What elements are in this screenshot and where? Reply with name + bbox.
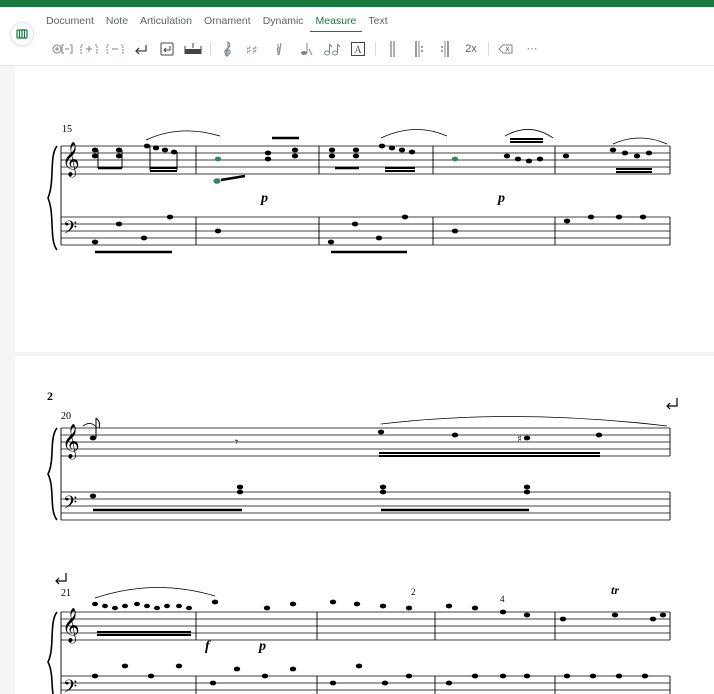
add-measure-icon[interactable] [78, 40, 100, 58]
menu-text[interactable]: Text [362, 14, 393, 32]
remove-measure-icon[interactable] [104, 40, 126, 58]
tempo-icon[interactable] [295, 40, 317, 58]
double-barline-icon[interactable] [382, 40, 404, 58]
fingering: 4 [500, 594, 505, 604]
dynamic-marking: p [260, 191, 268, 206]
page-number: 2 [47, 389, 53, 403]
clef-icon[interactable] [217, 40, 239, 58]
treble-clef-icon: 𝄞 [62, 608, 80, 644]
menu-document[interactable]: Document [40, 14, 100, 32]
key-signature-icon[interactable]: ♯♯ [243, 40, 265, 58]
trill-ornament: tr [611, 583, 619, 597]
bass-clef-icon: 𝄢 [63, 218, 77, 243]
repeat-end-icon[interactable] [434, 40, 456, 58]
measure-number: 21 [61, 588, 71, 599]
menu-dynamic[interactable]: Dynamic [257, 14, 310, 32]
menu-note[interactable]: Note [100, 14, 134, 32]
treble-clef-icon: 𝄞 [62, 142, 80, 178]
fingering: 2 [411, 587, 416, 597]
bass-clef-icon: 𝄢 [63, 677, 77, 694]
treble-notes [92, 599, 667, 636]
score-system-2: 2 20 𝄞 𝄢 𝄾 ♯ 21 𝄞 𝄢 2 4 tr f p [47, 389, 678, 694]
svg-text:𝄾: 𝄾 [235, 435, 238, 449]
dynamic-marking: p [497, 191, 505, 206]
bass-notes [91, 214, 647, 254]
line-break-marker-icon[interactable] [55, 573, 67, 585]
treble-notes [91, 136, 653, 184]
menu-ornament[interactable]: Ornament [198, 14, 257, 32]
pickup-icon[interactable] [321, 40, 343, 58]
page-break-icon[interactable] [156, 40, 178, 58]
toolbar-separator [375, 42, 376, 56]
repeat-start-icon[interactable] [408, 40, 430, 58]
toolbar: Document Note Articulation Ornament Dyna… [0, 7, 714, 66]
delete-icon[interactable] [495, 40, 517, 58]
tool-row: ♯♯ 𝄴 A 2x ··· [52, 40, 547, 58]
bass-notes [91, 663, 649, 686]
text-box-icon[interactable]: A [347, 40, 369, 58]
treble-clef-icon: 𝄞 [62, 424, 80, 460]
bass-clef-icon: 𝄢 [63, 493, 77, 518]
app-logo-icon[interactable] [11, 23, 33, 45]
score-page-2: 2 20 𝄞 𝄢 𝄾 ♯ 21 𝄞 𝄢 2 4 tr f p [15, 356, 714, 694]
measure-number: 15 [62, 124, 72, 135]
dynamic-marking: p [258, 639, 266, 654]
dynamic-marking: f [205, 639, 211, 654]
treble-notes: 𝄾 ♯ [89, 417, 603, 457]
toolbar-separator [210, 42, 211, 56]
line-break-icon[interactable] [130, 40, 152, 58]
svg-text:♯: ♯ [517, 434, 522, 445]
time-signature-icon[interactable]: 𝄴 [269, 40, 291, 58]
menu-articulation[interactable]: Articulation [134, 14, 198, 32]
menu-measure[interactable]: Measure [309, 14, 363, 32]
toolbar-separator [488, 42, 489, 56]
top-brand-bar [0, 0, 714, 7]
svg-text:A: A [354, 45, 362, 56]
menu-bar: Document Note Articulation Ornament Dyna… [40, 14, 394, 32]
svg-text:♯♯: ♯♯ [246, 43, 258, 57]
more-options-button[interactable]: ··· [521, 40, 543, 58]
measure-number: 20 [61, 411, 71, 422]
repeat-count-button[interactable]: 2x [460, 40, 482, 58]
score-system-1: 15 𝄞 𝄢 p p [47, 124, 671, 254]
score-page-1: 15 𝄞 𝄢 p p [15, 66, 714, 352]
line-break-marker-icon[interactable] [666, 398, 678, 410]
spacer-icon[interactable] [182, 40, 204, 58]
insert-measure-before-icon[interactable] [52, 40, 74, 58]
